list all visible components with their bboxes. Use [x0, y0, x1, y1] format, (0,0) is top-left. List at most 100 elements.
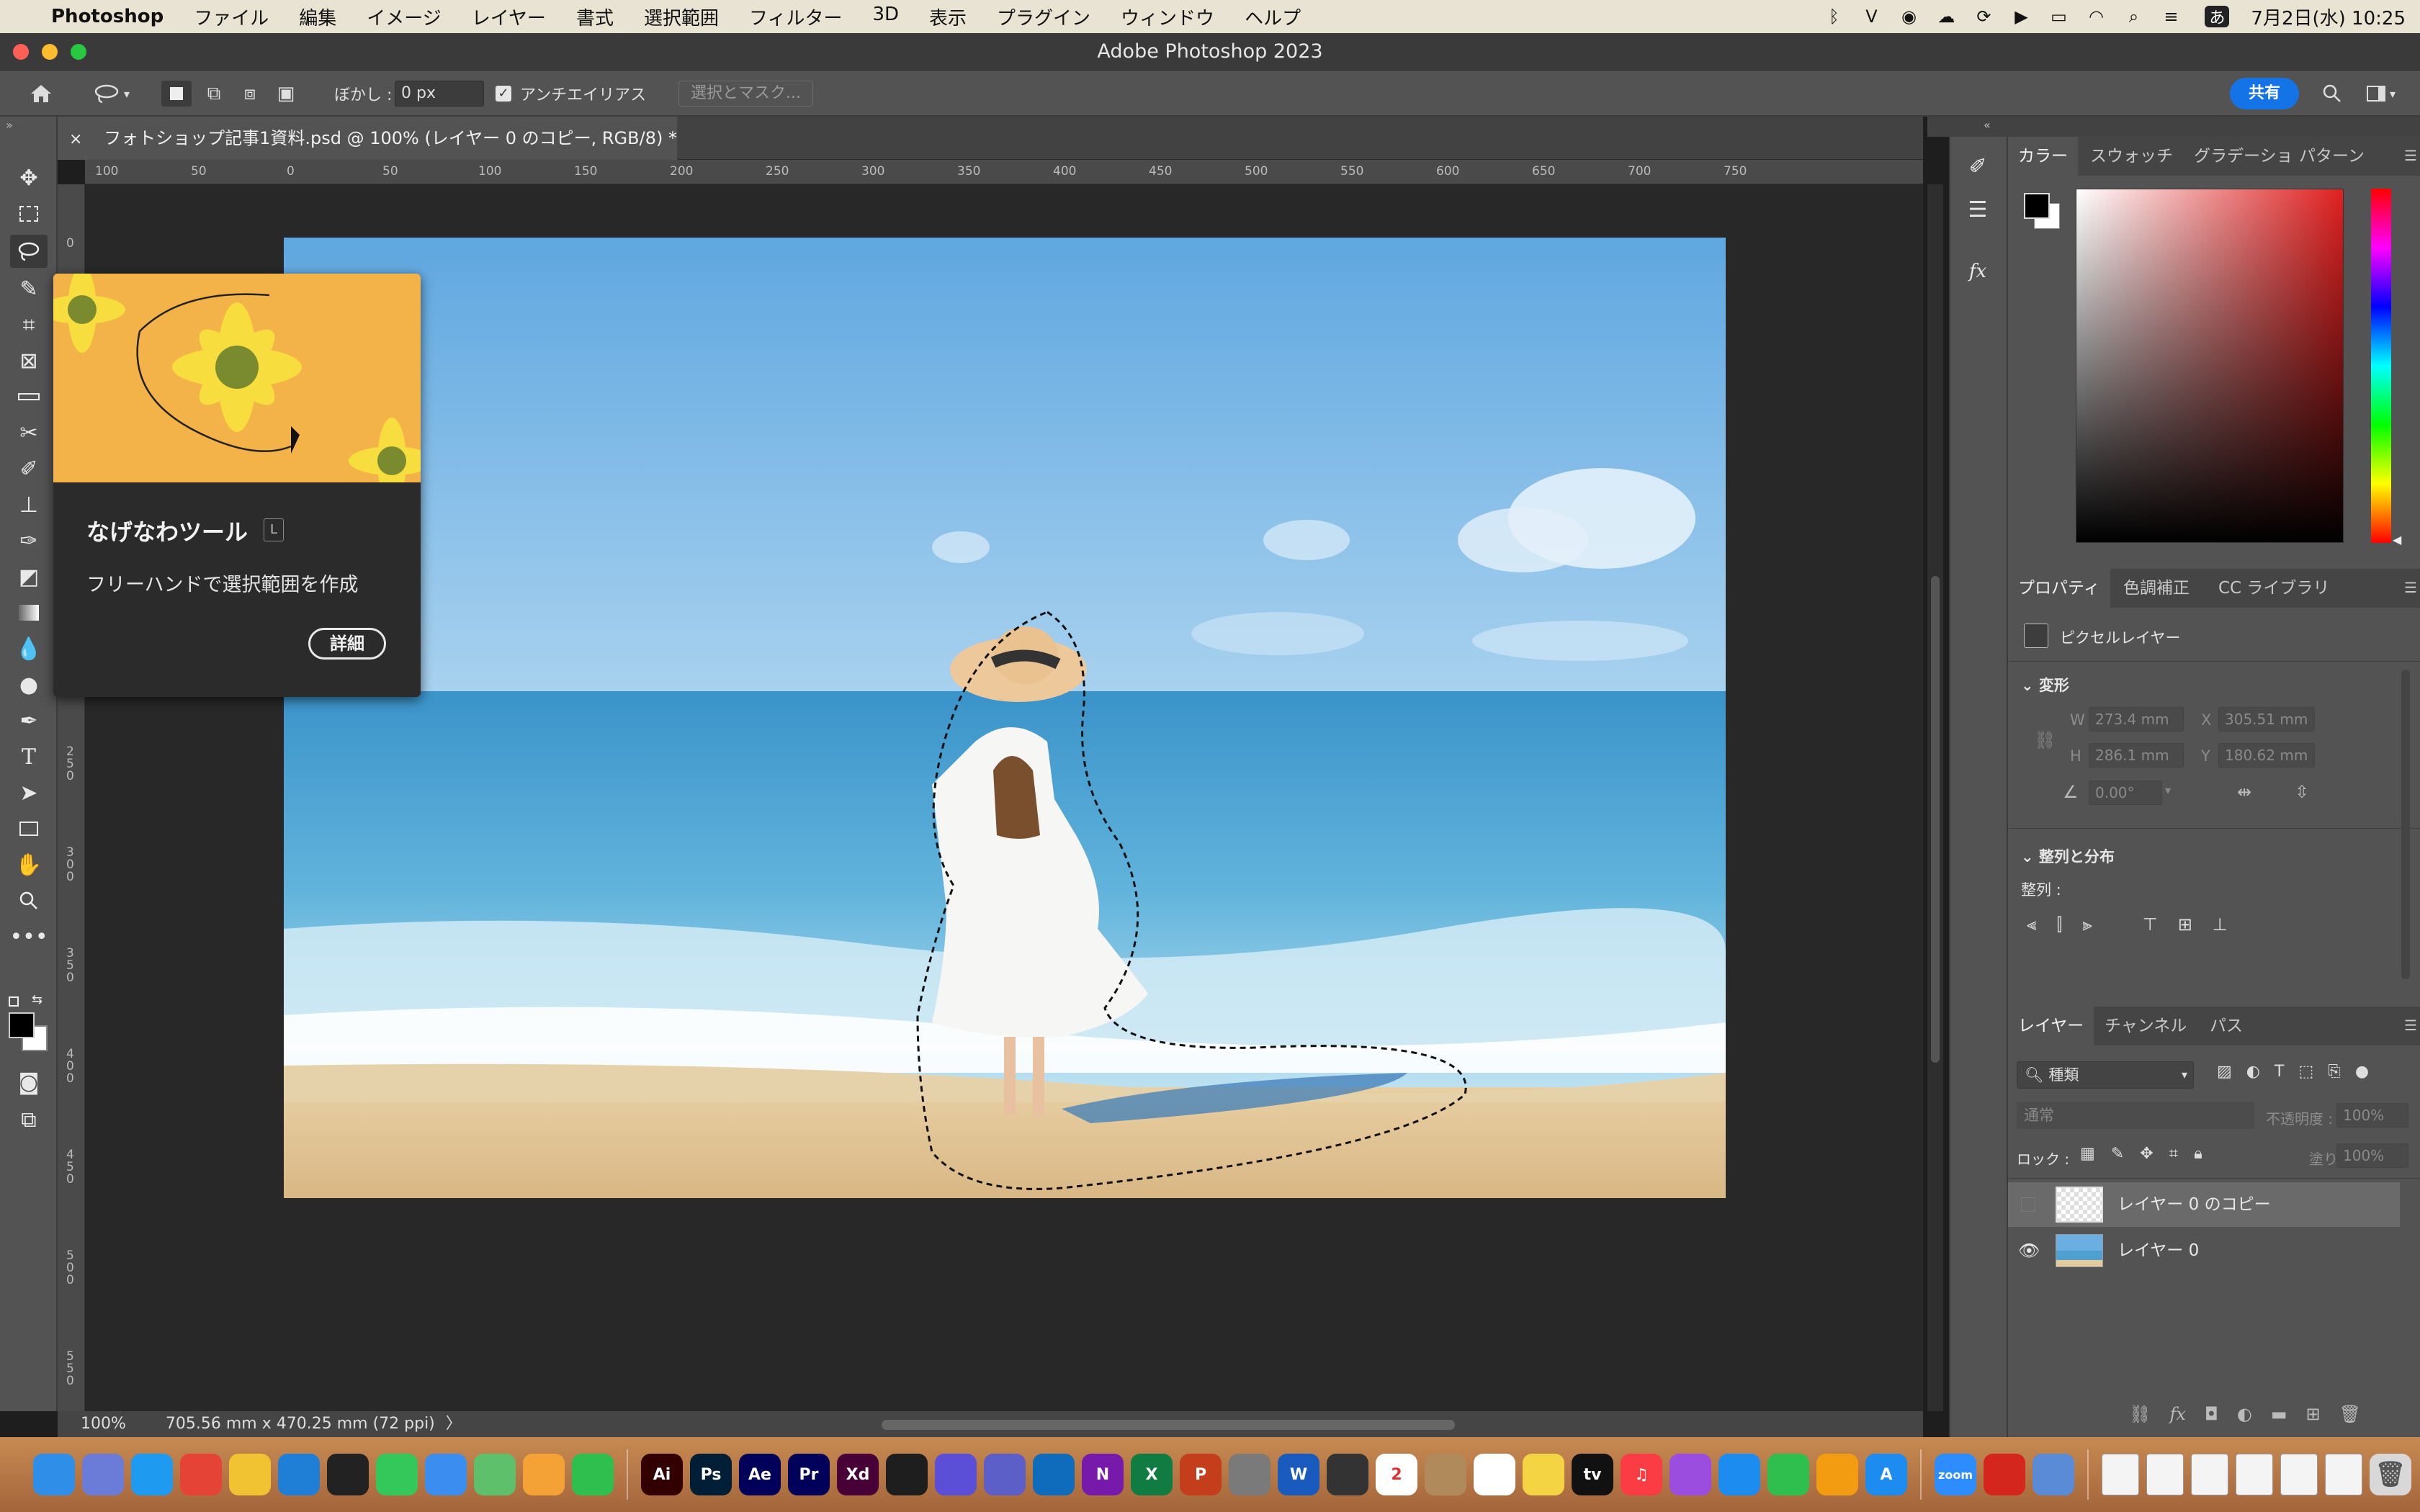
frame-tool[interactable]: ⊠: [10, 344, 48, 377]
pages-icon[interactable]: [1816, 1454, 1858, 1495]
notes-icon[interactable]: [1523, 1454, 1564, 1495]
lock-position-icon[interactable]: ✥: [2140, 1145, 2153, 1163]
collapse-panels-icon[interactable]: «: [1984, 118, 1991, 132]
marquee-tool[interactable]: [10, 197, 48, 230]
x-field[interactable]: 305.51 mm: [2218, 707, 2315, 732]
adjustment-filter-icon[interactable]: ◐: [2246, 1063, 2260, 1081]
workspace-button[interactable]: ▾: [2360, 81, 2403, 107]
vertical-scroll-thumb[interactable]: [1931, 576, 1940, 1063]
acrobat-icon[interactable]: [1984, 1454, 2025, 1495]
compass-icon[interactable]: [327, 1454, 369, 1495]
tab-patterns[interactable]: パターン: [2289, 137, 2375, 176]
cyberduck-icon[interactable]: [229, 1454, 271, 1495]
brush-settings-button[interactable]: ✐: [1959, 150, 1996, 183]
document-tab[interactable]: × フォトショップ記事1資料.psd @ 100% (レイヤー 0 のコピー, …: [58, 117, 677, 160]
play-icon[interactable]: ▶: [2009, 6, 2033, 27]
hue-slider[interactable]: [2371, 189, 2391, 543]
aftereffects-icon[interactable]: Ae: [739, 1454, 781, 1495]
calendar-icon[interactable]: 2: [1376, 1454, 1417, 1495]
visibility-toggle[interactable]: [2021, 1197, 2035, 1212]
smart-object-filter-icon[interactable]: ⎘: [2328, 1063, 2341, 1081]
blur-tool[interactable]: 💧: [10, 632, 48, 665]
control-center-icon[interactable]: ≡: [2159, 6, 2183, 27]
quick-mask-button[interactable]: ◙: [10, 1066, 48, 1099]
width-field[interactable]: 273.4 mm: [2089, 707, 2184, 732]
home-button[interactable]: [24, 81, 58, 107]
subtract-selection-button[interactable]: ⧈: [235, 81, 265, 107]
facetime-icon[interactable]: [572, 1454, 614, 1495]
podcasts-icon[interactable]: [1670, 1454, 1711, 1495]
hand-tool[interactable]: ✋: [10, 848, 48, 881]
y-field[interactable]: 180.62 mm: [2218, 743, 2315, 768]
angle-field[interactable]: 0.00°: [2089, 780, 2162, 805]
status-arrow-icon[interactable]: 〉: [446, 1415, 462, 1433]
menu-item[interactable]: 3D: [857, 4, 914, 30]
doc-thumb-icon[interactable]: [2280, 1454, 2318, 1495]
star-app-icon[interactable]: [935, 1454, 977, 1495]
app-menu[interactable]: Photoshop: [41, 6, 179, 27]
new-layer-icon[interactable]: ⊞: [2306, 1404, 2321, 1424]
sync-icon[interactable]: ⟳: [1971, 6, 1996, 27]
link-icon[interactable]: ⛓: [2034, 730, 2056, 750]
color-field[interactable]: [2076, 189, 2344, 543]
search-icon[interactable]: ⌕: [2121, 6, 2146, 27]
panel-menu-icon[interactable]: ☰: [2404, 579, 2417, 596]
vertical-scrollbar[interactable]: [1927, 184, 1943, 1411]
keynote-icon[interactable]: [1718, 1454, 1760, 1495]
xd-icon[interactable]: Xd: [837, 1454, 879, 1495]
system-settings-icon[interactable]: [1229, 1454, 1270, 1495]
height-field[interactable]: 286.1 mm: [2089, 743, 2184, 768]
powerpoint-icon[interactable]: P: [1180, 1454, 1222, 1495]
lock-transparent-icon[interactable]: ▦: [2080, 1145, 2095, 1163]
horizontal-ruler[interactable]: 100 50 0 50 100 150 200 250 300 350 400 450 500 550 60…: [85, 160, 1923, 184]
contacts-icon[interactable]: [1425, 1454, 1466, 1495]
adjustments-button[interactable]: ☰: [1959, 193, 1996, 226]
brush-tool[interactable]: ✐: [10, 452, 48, 485]
flip-horizontal-icon[interactable]: ⇹: [2237, 782, 2251, 802]
align-right-icon[interactable]: ⫸: [2082, 914, 2092, 935]
default-colors-icon[interactable]: [9, 996, 19, 1007]
shape-filter-icon[interactable]: ⬚: [2298, 1063, 2313, 1081]
select-and-mask-button[interactable]: 選択とマスク...: [678, 81, 813, 107]
opacity-field[interactable]: 100%: [2336, 1103, 2408, 1128]
tab-gradients[interactable]: グラデーショ: [2184, 137, 2303, 176]
zoom-level[interactable]: 100%: [81, 1415, 126, 1433]
align-hcenter-icon[interactable]: ⫿: [2057, 914, 2063, 935]
numbers-grid-icon[interactable]: [1327, 1454, 1368, 1495]
vpn-icon[interactable]: V: [1859, 6, 1883, 27]
safari-icon[interactable]: [131, 1454, 173, 1495]
menu-item[interactable]: 選択範囲: [629, 4, 734, 30]
zoom-app-icon[interactable]: zoom: [1935, 1454, 1976, 1495]
preview-icon[interactable]: [2033, 1454, 2074, 1495]
layer-row[interactable]: 👁︎ レイヤー 0: [2008, 1228, 2400, 1273]
type-tool[interactable]: T: [10, 740, 48, 773]
document-image[interactable]: [284, 238, 1726, 1198]
trash-icon[interactable]: 🗑︎: [2370, 1454, 2411, 1495]
chrome-icon[interactable]: [180, 1454, 222, 1495]
zoom-tool[interactable]: [10, 884, 48, 917]
delete-layer-icon[interactable]: 🗑︎: [2339, 1404, 2361, 1424]
menu-item[interactable]: フィルター: [734, 4, 857, 30]
pen-tool[interactable]: ✒: [10, 704, 48, 737]
doc-thumb-icon[interactable]: [2102, 1454, 2139, 1495]
tab-color[interactable]: カラー: [2008, 137, 2078, 176]
zoom-window-button[interactable]: [71, 44, 86, 60]
flip-vertical-icon[interactable]: ⇳: [2295, 782, 2309, 802]
menu-item[interactable]: 書式: [561, 4, 629, 30]
add-selection-button[interactable]: ⧉: [199, 81, 229, 107]
doc-thumb-icon[interactable]: [2191, 1454, 2228, 1495]
tab-properties[interactable]: プロパティ: [2008, 569, 2110, 608]
tool-preset-picker[interactable]: ▾: [84, 81, 138, 107]
illustrator-icon[interactable]: Ai: [641, 1454, 683, 1495]
numbers-icon[interactable]: [1767, 1454, 1809, 1495]
menu-item[interactable]: 表示: [914, 4, 982, 30]
path-selection-tool[interactable]: ➤: [10, 776, 48, 809]
appletv-icon[interactable]: tv: [1572, 1454, 1613, 1495]
link-layers-icon[interactable]: ⛓: [2129, 1404, 2151, 1424]
photoshop-icon[interactable]: Ps: [690, 1454, 732, 1495]
eye-icon[interactable]: 👁︎: [2018, 1228, 2040, 1273]
antialias-checkbox[interactable]: ✓: [496, 86, 511, 102]
feather-input[interactable]: 0 px: [395, 81, 484, 107]
fill-field[interactable]: 100%: [2336, 1143, 2408, 1168]
filter-toggle-icon[interactable]: ●: [2355, 1063, 2369, 1081]
